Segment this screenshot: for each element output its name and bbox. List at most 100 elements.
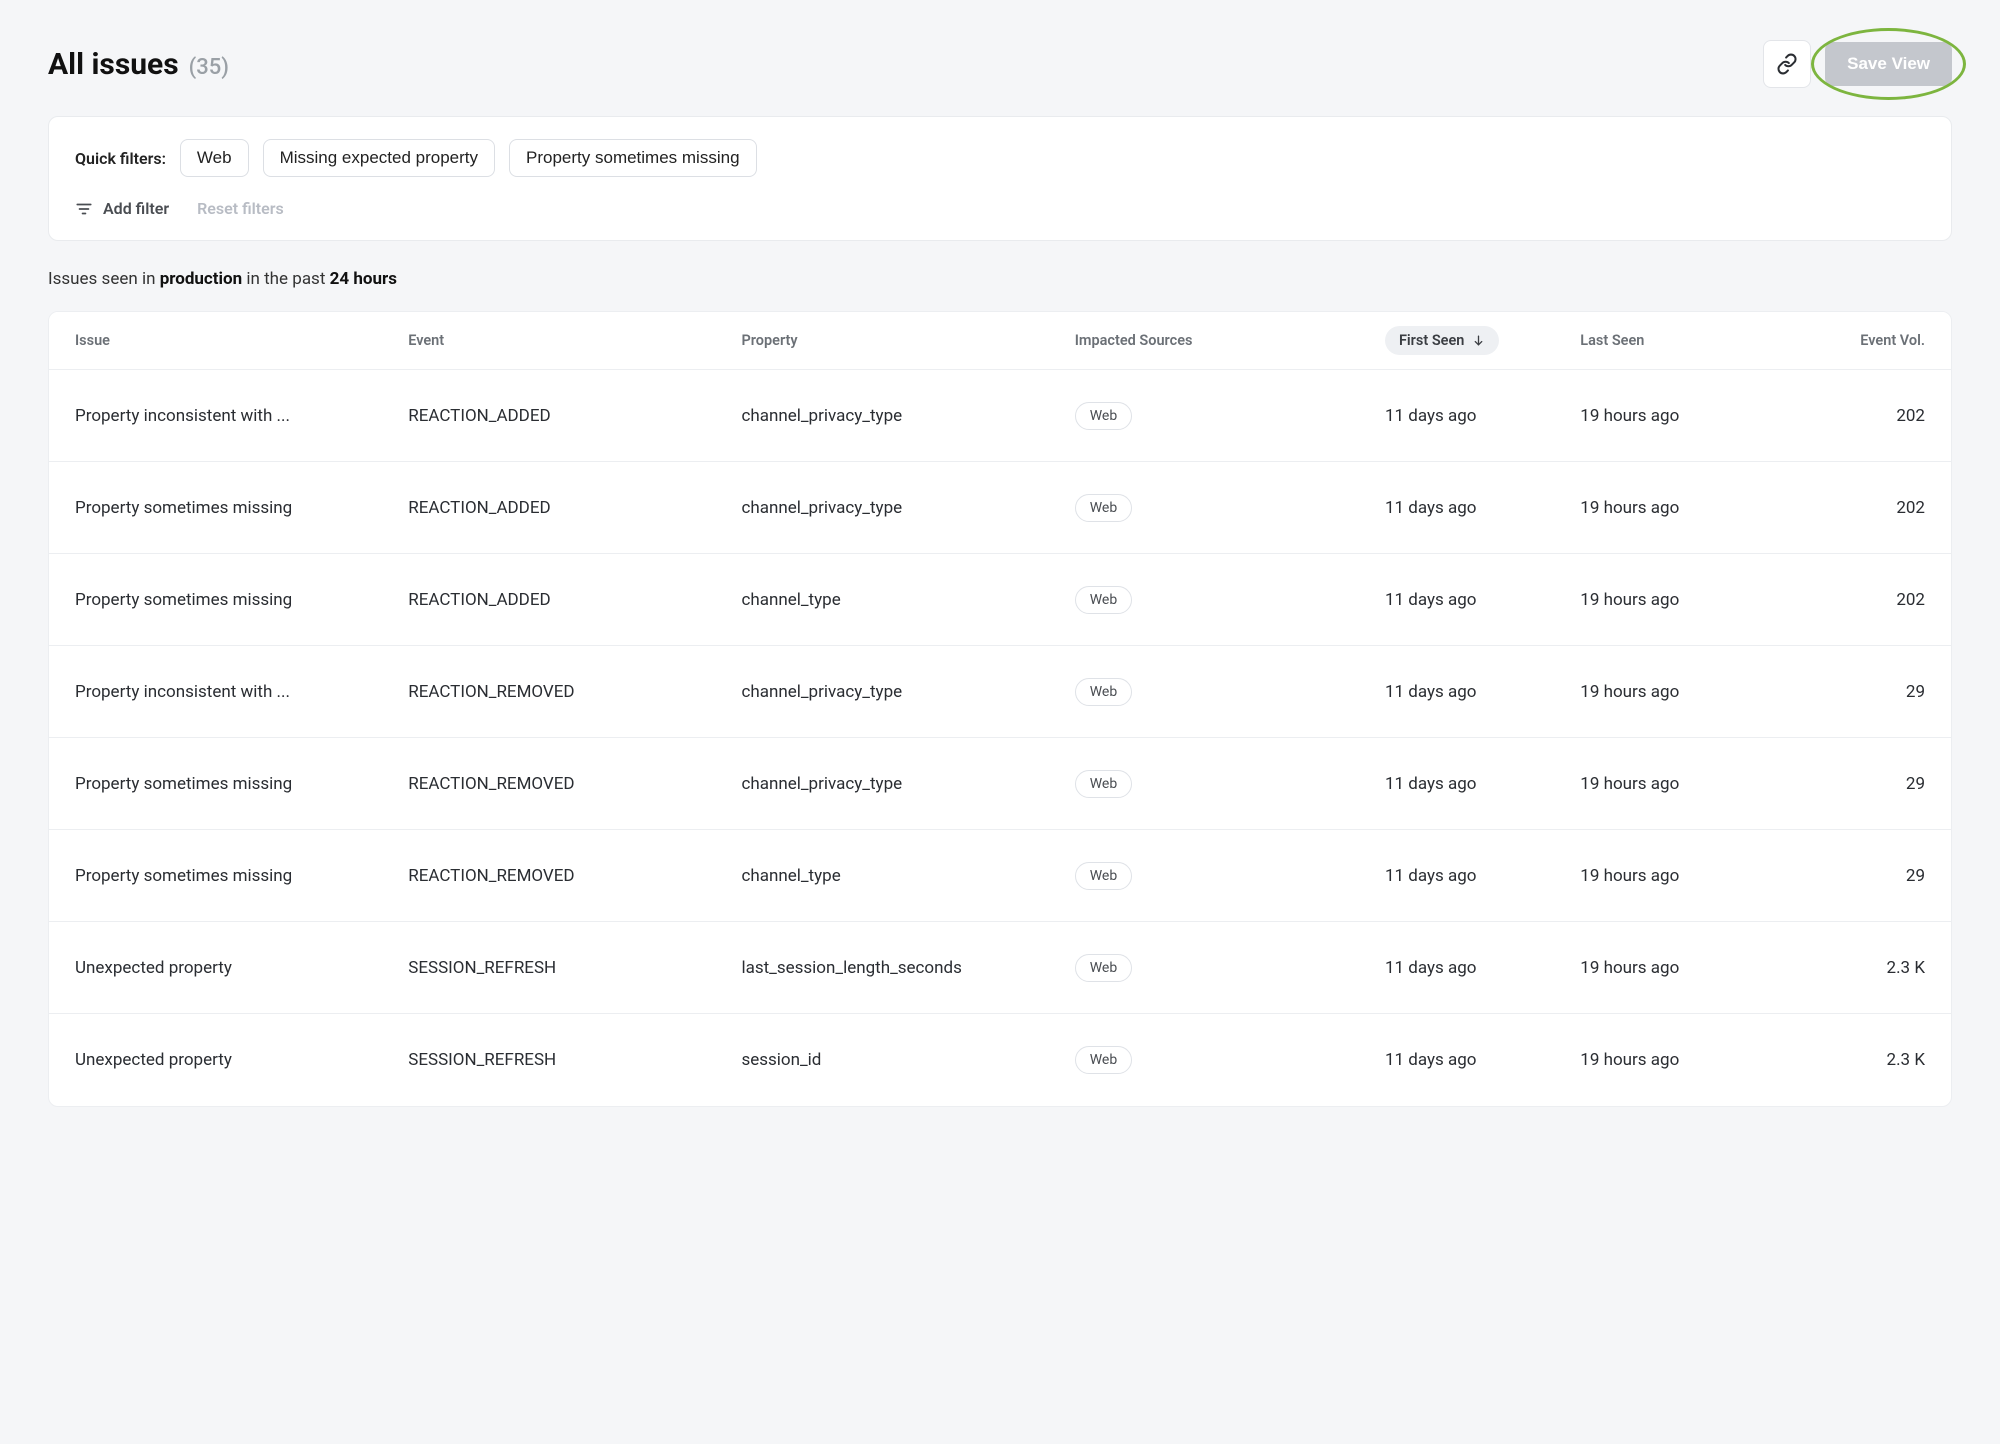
col-property[interactable]: Property [741, 332, 1074, 349]
reset-filters-button[interactable]: Reset filters [197, 199, 284, 218]
source-badge: Web [1075, 1046, 1133, 1074]
table-row[interactable]: Property inconsistent with ...REACTION_R… [49, 646, 1951, 738]
copy-link-button[interactable] [1763, 40, 1811, 88]
cell-last-seen: 19 hours ago [1580, 1050, 1775, 1070]
link-icon [1776, 53, 1798, 75]
source-badge: Web [1075, 954, 1133, 982]
source-badge: Web [1075, 402, 1133, 430]
add-filter-button[interactable]: Add filter [75, 199, 169, 218]
filter-chip[interactable]: Missing expected property [263, 139, 495, 177]
source-badge: Web [1075, 678, 1133, 706]
cell-first-seen: 11 days ago [1385, 866, 1580, 886]
table-row[interactable]: Property sometimes missingREACTION_ADDED… [49, 462, 1951, 554]
col-first-seen-label: First Seen [1399, 332, 1464, 349]
col-last-seen[interactable]: Last Seen [1580, 332, 1775, 349]
cell-issue: Unexpected property [75, 958, 408, 978]
cell-property: channel_privacy_type [741, 774, 1074, 794]
cell-sources: Web [1075, 494, 1385, 522]
filters-panel: Quick filters: Web Missing expected prope… [48, 116, 1952, 241]
cell-volume: 2.3 K [1887, 1050, 1925, 1070]
cell-sources: Web [1075, 586, 1385, 614]
cell-last-seen: 19 hours ago [1580, 406, 1775, 426]
cell-first-seen: 11 days ago [1385, 498, 1580, 518]
cell-event: REACTION_ADDED [408, 590, 741, 610]
arrow-down-icon [1472, 334, 1485, 347]
col-issue[interactable]: Issue [75, 332, 408, 349]
cell-first-seen: 11 days ago [1385, 1050, 1580, 1070]
source-badge: Web [1075, 770, 1133, 798]
cell-first-seen: 11 days ago [1385, 774, 1580, 794]
source-badge: Web [1075, 862, 1133, 890]
cell-issue: Property inconsistent with ... [75, 406, 408, 426]
cell-first-seen: 11 days ago [1385, 682, 1580, 702]
cell-property: session_id [741, 1050, 1074, 1070]
cell-sources: Web [1075, 770, 1385, 798]
context-env: production [160, 269, 242, 289]
table-header: Issue Event Property Impacted Sources Fi… [49, 312, 1951, 370]
cell-volume: 29 [1906, 682, 1925, 702]
context-range: 24 hours [330, 269, 397, 289]
cell-property: channel_privacy_type [741, 406, 1074, 426]
cell-issue: Property sometimes missing [75, 774, 408, 794]
cell-first-seen: 11 days ago [1385, 958, 1580, 978]
cell-volume: 202 [1896, 590, 1925, 610]
cell-sources: Web [1075, 1046, 1385, 1074]
cell-event: SESSION_REFRESH [408, 1050, 741, 1070]
context-mid: in the past [242, 269, 329, 289]
cell-issue: Unexpected property [75, 1050, 408, 1070]
cell-volume: 202 [1896, 498, 1925, 518]
cell-last-seen: 19 hours ago [1580, 682, 1775, 702]
cell-last-seen: 19 hours ago [1580, 774, 1775, 794]
cell-property: channel_privacy_type [741, 498, 1074, 518]
table-row[interactable]: Property sometimes missingREACTION_REMOV… [49, 830, 1951, 922]
col-sources[interactable]: Impacted Sources [1075, 332, 1385, 349]
source-badge: Web [1075, 494, 1133, 522]
table-row[interactable]: Unexpected propertySESSION_REFRESHlast_s… [49, 922, 1951, 1014]
cell-last-seen: 19 hours ago [1580, 498, 1775, 518]
cell-issue: Property inconsistent with ... [75, 682, 408, 702]
save-view-button[interactable]: Save View [1825, 42, 1952, 86]
cell-first-seen: 11 days ago [1385, 590, 1580, 610]
context-prefix: Issues seen in [48, 269, 160, 289]
table-row[interactable]: Property sometimes missingREACTION_REMOV… [49, 738, 1951, 830]
cell-issue: Property sometimes missing [75, 498, 408, 518]
cell-sources: Web [1075, 402, 1385, 430]
filter-chip[interactable]: Web [180, 139, 249, 177]
cell-volume: 2.3 K [1887, 958, 1925, 978]
context-summary: Issues seen in production in the past 24… [48, 269, 1952, 289]
cell-sources: Web [1075, 954, 1385, 982]
cell-issue: Property sometimes missing [75, 590, 408, 610]
filter-icon [75, 200, 93, 218]
page-title: All issues [48, 47, 179, 82]
cell-property: channel_type [741, 590, 1074, 610]
cell-event: REACTION_REMOVED [408, 866, 741, 886]
col-first-seen[interactable]: First Seen [1385, 326, 1499, 355]
table-row[interactable]: Unexpected propertySESSION_REFRESHsessio… [49, 1014, 1951, 1106]
cell-property: last_session_length_seconds [741, 958, 1074, 978]
col-event[interactable]: Event [408, 332, 741, 349]
cell-last-seen: 19 hours ago [1580, 866, 1775, 886]
col-volume[interactable]: Event Vol. [1860, 332, 1925, 349]
page-count: (35) [189, 55, 229, 80]
cell-last-seen: 19 hours ago [1580, 590, 1775, 610]
page-header: All issues (35) Save View [48, 40, 1952, 88]
table-row[interactable]: Property inconsistent with ...REACTION_A… [49, 370, 1951, 462]
table-row[interactable]: Property sometimes missingREACTION_ADDED… [49, 554, 1951, 646]
cell-volume: 202 [1896, 406, 1925, 426]
cell-event: REACTION_ADDED [408, 498, 741, 518]
cell-volume: 29 [1906, 866, 1925, 886]
cell-sources: Web [1075, 678, 1385, 706]
issues-table: Issue Event Property Impacted Sources Fi… [48, 311, 1952, 1107]
cell-event: REACTION_REMOVED [408, 774, 741, 794]
cell-property: channel_type [741, 866, 1074, 886]
cell-issue: Property sometimes missing [75, 866, 408, 886]
source-badge: Web [1075, 586, 1133, 614]
cell-volume: 29 [1906, 774, 1925, 794]
quick-filters-label: Quick filters: [75, 149, 166, 168]
cell-sources: Web [1075, 862, 1385, 890]
cell-property: channel_privacy_type [741, 682, 1074, 702]
add-filter-label: Add filter [103, 199, 169, 218]
filter-chip[interactable]: Property sometimes missing [509, 139, 757, 177]
cell-event: REACTION_ADDED [408, 406, 741, 426]
cell-event: SESSION_REFRESH [408, 958, 741, 978]
